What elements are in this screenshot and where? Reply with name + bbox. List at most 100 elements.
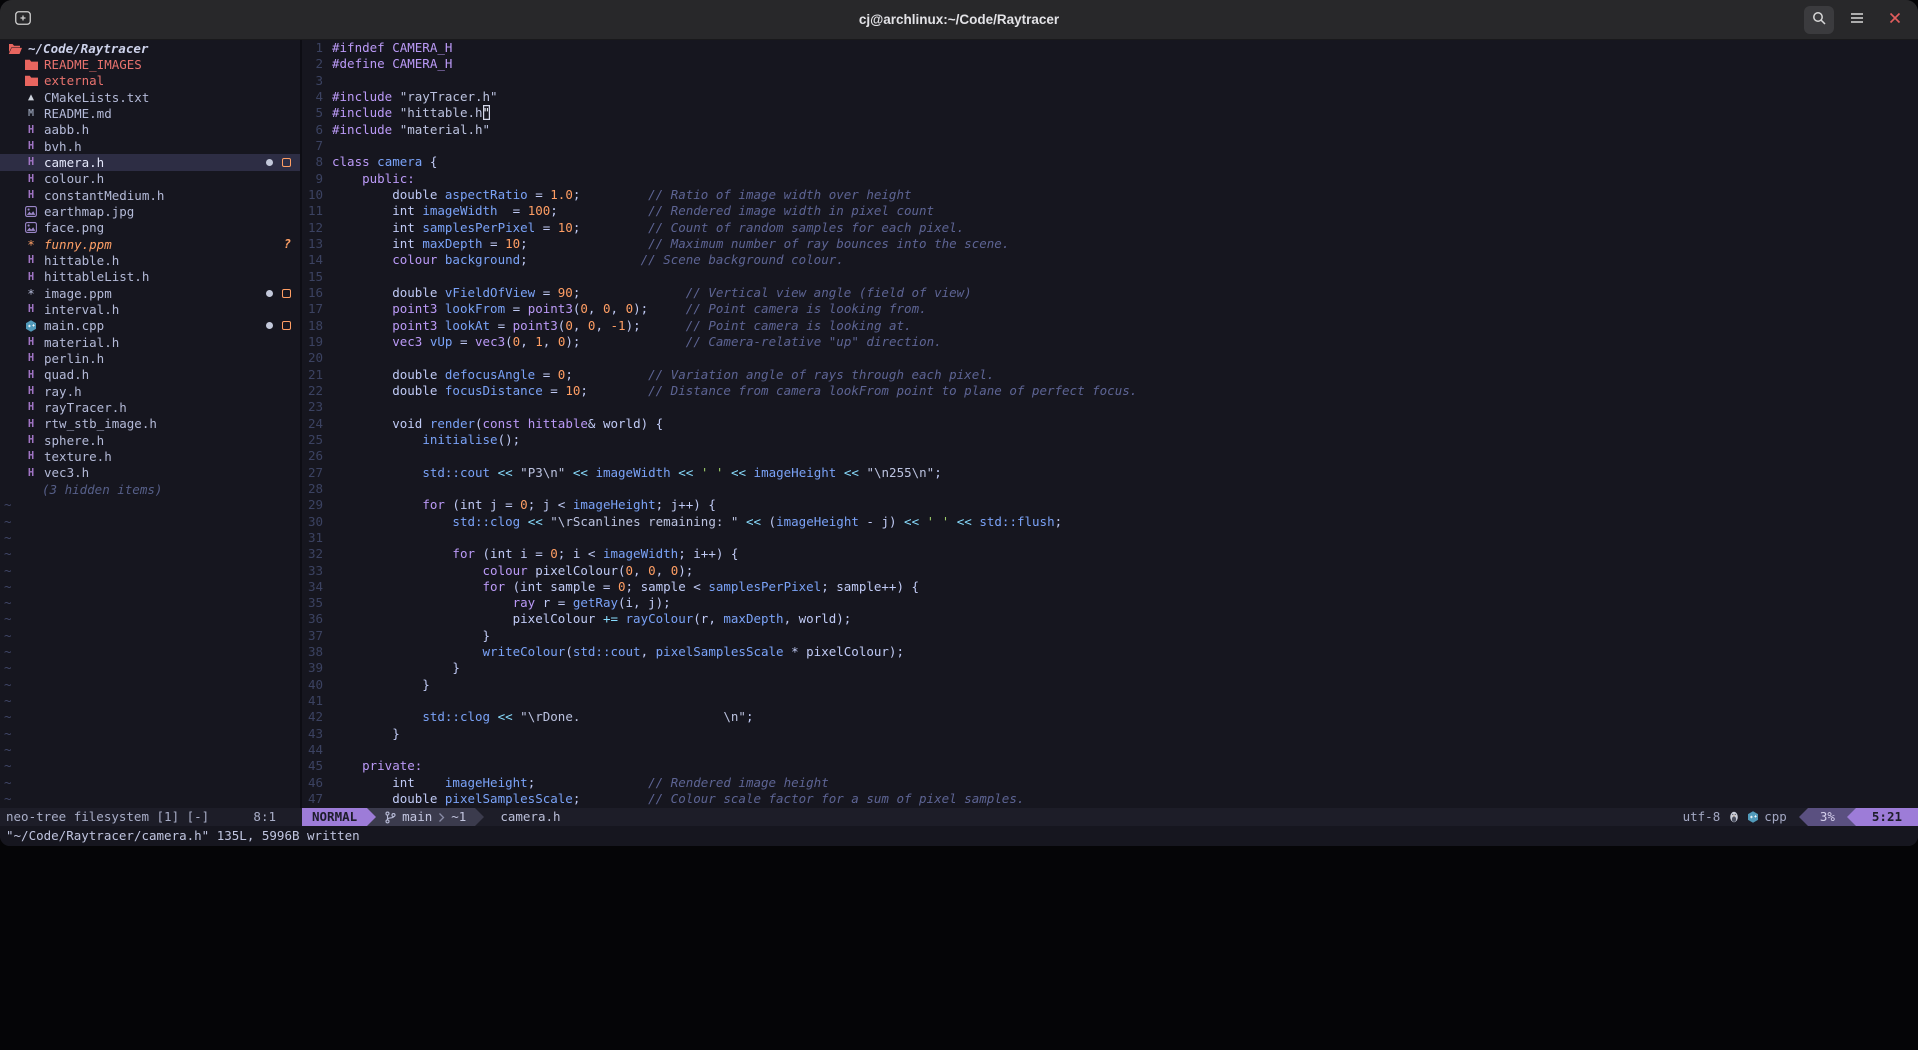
line-number: 34 — [302, 579, 332, 595]
code-line-19[interactable]: 19 vec3 vUp = vec3(0, 1, 0); // Camera-r… — [302, 334, 1918, 350]
search-button[interactable] — [1804, 6, 1834, 34]
code-line-11[interactable]: 11 int imageWidth = 100; // Rendered ima… — [302, 203, 1918, 219]
tree-item-hittable-h[interactable]: Hhittable.h — [0, 252, 300, 268]
code-line-29[interactable]: 29 for (int j = 0; j < imageHeight; j++)… — [302, 497, 1918, 513]
code-line-47[interactable]: 47 double pixelSamplesScale; // Colour s… — [302, 791, 1918, 807]
tree-item-main-cpp[interactable]: main.cpp — [0, 318, 300, 334]
tree-item-sphere-h[interactable]: Hsphere.h — [0, 432, 300, 448]
code-line-46[interactable]: 46 int imageHeight; // Rendered image he… — [302, 775, 1918, 791]
code-line-39[interactable]: 39 } — [302, 660, 1918, 676]
tree-item-colour-h[interactable]: Hcolour.h — [0, 171, 300, 187]
code-line-33[interactable]: 33 colour pixelColour(0, 0, 0); — [302, 563, 1918, 579]
code-line-42[interactable]: 42 std::clog << "\rDone. \n"; — [302, 709, 1918, 725]
tree-item-rtw-stb-image-h[interactable]: Hrtw_stb_image.h — [0, 416, 300, 432]
code-line-18[interactable]: 18 point3 lookAt = point3(0, 0, -1); // … — [302, 318, 1918, 334]
line-number: 17 — [302, 301, 332, 317]
neotree-statusline: neo-tree filesystem [1] [-] 8:1 — [0, 808, 302, 826]
line-text: int samplesPerPixel = 10; // Count of ra… — [332, 220, 964, 236]
code-line-4[interactable]: 4#include "rayTracer.h" — [302, 89, 1918, 105]
code-line-12[interactable]: 12 int samplesPerPixel = 10; // Count of… — [302, 220, 1918, 236]
tree-item-texture-h[interactable]: Htexture.h — [0, 448, 300, 464]
line-text: #include "material.h" — [332, 122, 490, 138]
code-line-3[interactable]: 3 — [302, 73, 1918, 89]
line-text: int imageHeight; // Rendered image heigh… — [332, 775, 829, 791]
code-line-8[interactable]: 8class camera { — [302, 154, 1918, 170]
tree-item-material-h[interactable]: Hmaterial.h — [0, 334, 300, 350]
code-line-1[interactable]: 1#ifndef CAMERA_H — [302, 40, 1918, 56]
code-line-23[interactable]: 23 — [302, 399, 1918, 415]
code-line-21[interactable]: 21 double defocusAngle = 0; // Variation… — [302, 367, 1918, 383]
code-line-40[interactable]: 40 } — [302, 677, 1918, 693]
tree-item-label: README.md — [44, 106, 112, 121]
code-line-16[interactable]: 16 double vFieldOfView = 90; // Vertical… — [302, 285, 1918, 301]
code-line-6[interactable]: 6#include "material.h" — [302, 122, 1918, 138]
code-line-32[interactable]: 32 for (int i = 0; i < imageWidth; i++) … — [302, 546, 1918, 562]
code-line-22[interactable]: 22 double focusDistance = 10; // Distanc… — [302, 383, 1918, 399]
code-line-9[interactable]: 9 public: — [302, 171, 1918, 187]
code-line-30[interactable]: 30 std::clog << "\rScanlines remaining: … — [302, 514, 1918, 530]
code-line-10[interactable]: 10 double aspectRatio = 1.0; // Ratio of… — [302, 187, 1918, 203]
tree-item-ray-h[interactable]: Hray.h — [0, 383, 300, 399]
line-number: 4 — [302, 89, 332, 105]
new-tab-button[interactable] — [8, 6, 38, 34]
tree-item-camera-h[interactable]: Hcamera.h — [0, 154, 300, 170]
code-line-17[interactable]: 17 point3 lookFrom = point3(0, 0, 0); //… — [302, 301, 1918, 317]
neo-tree-panel[interactable]: ~/Code/RaytracerREADME_IMAGESexternal▲CM… — [0, 40, 300, 808]
tree-item-image-ppm[interactable]: *image.ppm — [0, 285, 300, 301]
lualine: NORMAL main ~1 camera.h utf-8 cpp 3% 5:2… — [302, 808, 1918, 826]
code-line-38[interactable]: 38 writeColour(std::cout, pixelSamplesSc… — [302, 644, 1918, 660]
tree-item-perlin-h[interactable]: Hperlin.h — [0, 350, 300, 366]
line-number: 36 — [302, 611, 332, 627]
tree-item-face-png[interactable]: face.png — [0, 220, 300, 236]
code-line-37[interactable]: 37 } — [302, 628, 1918, 644]
code-line-34[interactable]: 34 for (int sample = 0; sample < samples… — [302, 579, 1918, 595]
code-line-14[interactable]: 14 colour background; // Scene backgroun… — [302, 252, 1918, 268]
code-line-20[interactable]: 20 — [302, 350, 1918, 366]
code-line-36[interactable]: 36 pixelColour += rayColour(r, maxDepth,… — [302, 611, 1918, 627]
code-line-43[interactable]: 43 } — [302, 726, 1918, 742]
tree-item-readme-md[interactable]: MREADME.md — [0, 105, 300, 121]
tree-item-3-hidden-items[interactable]: (3 hidden items) — [0, 481, 300, 497]
tree-item-interval-h[interactable]: Hinterval.h — [0, 301, 300, 317]
code-line-28[interactable]: 28 — [302, 481, 1918, 497]
code-line-7[interactable]: 7 — [302, 138, 1918, 154]
git-branch-icon — [385, 811, 396, 824]
tree-item-quad-h[interactable]: Hquad.h — [0, 367, 300, 383]
tree-item-funny-ppm[interactable]: *funny.ppm? — [0, 236, 300, 252]
header-icon: H — [24, 369, 38, 381]
tree-item-constantmedium-h[interactable]: HconstantMedium.h — [0, 187, 300, 203]
tree-item-raytracer-h[interactable]: HrayTracer.h — [0, 399, 300, 415]
line-number: 31 — [302, 530, 332, 546]
editor-pane[interactable]: 1#ifndef CAMERA_H2#define CAMERA_H34#inc… — [302, 40, 1918, 808]
code-line-27[interactable]: 27 std::cout << "P3\n" << imageWidth << … — [302, 465, 1918, 481]
tree-item-code-raytracer[interactable]: ~/Code/Raytracer — [0, 40, 300, 56]
empty-line-tilde: ~ — [0, 775, 300, 791]
menu-button[interactable] — [1842, 6, 1872, 34]
editor-cursor: " — [483, 105, 491, 120]
header-icon: H — [24, 385, 38, 397]
tree-item-external[interactable]: external — [0, 73, 300, 89]
header-icon: H — [24, 336, 38, 348]
tree-item-readme-images[interactable]: README_IMAGES — [0, 56, 300, 72]
filetype-label: cpp — [1764, 808, 1787, 826]
tree-item-aabb-h[interactable]: Haabb.h — [0, 122, 300, 138]
code-line-15[interactable]: 15 — [302, 269, 1918, 285]
code-line-41[interactable]: 41 — [302, 693, 1918, 709]
code-line-31[interactable]: 31 — [302, 530, 1918, 546]
code-line-5[interactable]: 5#include "hittable.h" — [302, 105, 1918, 121]
code-line-35[interactable]: 35 ray r = getRay(i, j); — [302, 595, 1918, 611]
code-line-25[interactable]: 25 initialise(); — [302, 432, 1918, 448]
empty-line-tilde: ~ — [0, 709, 300, 725]
code-line-45[interactable]: 45 private: — [302, 758, 1918, 774]
tree-item-earthmap-jpg[interactable]: earthmap.jpg — [0, 203, 300, 219]
code-line-26[interactable]: 26 — [302, 448, 1918, 464]
tree-item-vec3-h[interactable]: Hvec3.h — [0, 465, 300, 481]
tree-item-cmakelists-txt[interactable]: ▲CMakeLists.txt — [0, 89, 300, 105]
tree-item-hittablelist-h[interactable]: HhittableList.h — [0, 269, 300, 285]
code-line-44[interactable]: 44 — [302, 742, 1918, 758]
code-line-2[interactable]: 2#define CAMERA_H — [302, 56, 1918, 72]
code-line-13[interactable]: 13 int maxDepth = 10; // Maximum number … — [302, 236, 1918, 252]
code-line-24[interactable]: 24 void render(const hittable& world) { — [302, 416, 1918, 432]
tree-item-bvh-h[interactable]: Hbvh.h — [0, 138, 300, 154]
close-button[interactable] — [1880, 6, 1910, 34]
